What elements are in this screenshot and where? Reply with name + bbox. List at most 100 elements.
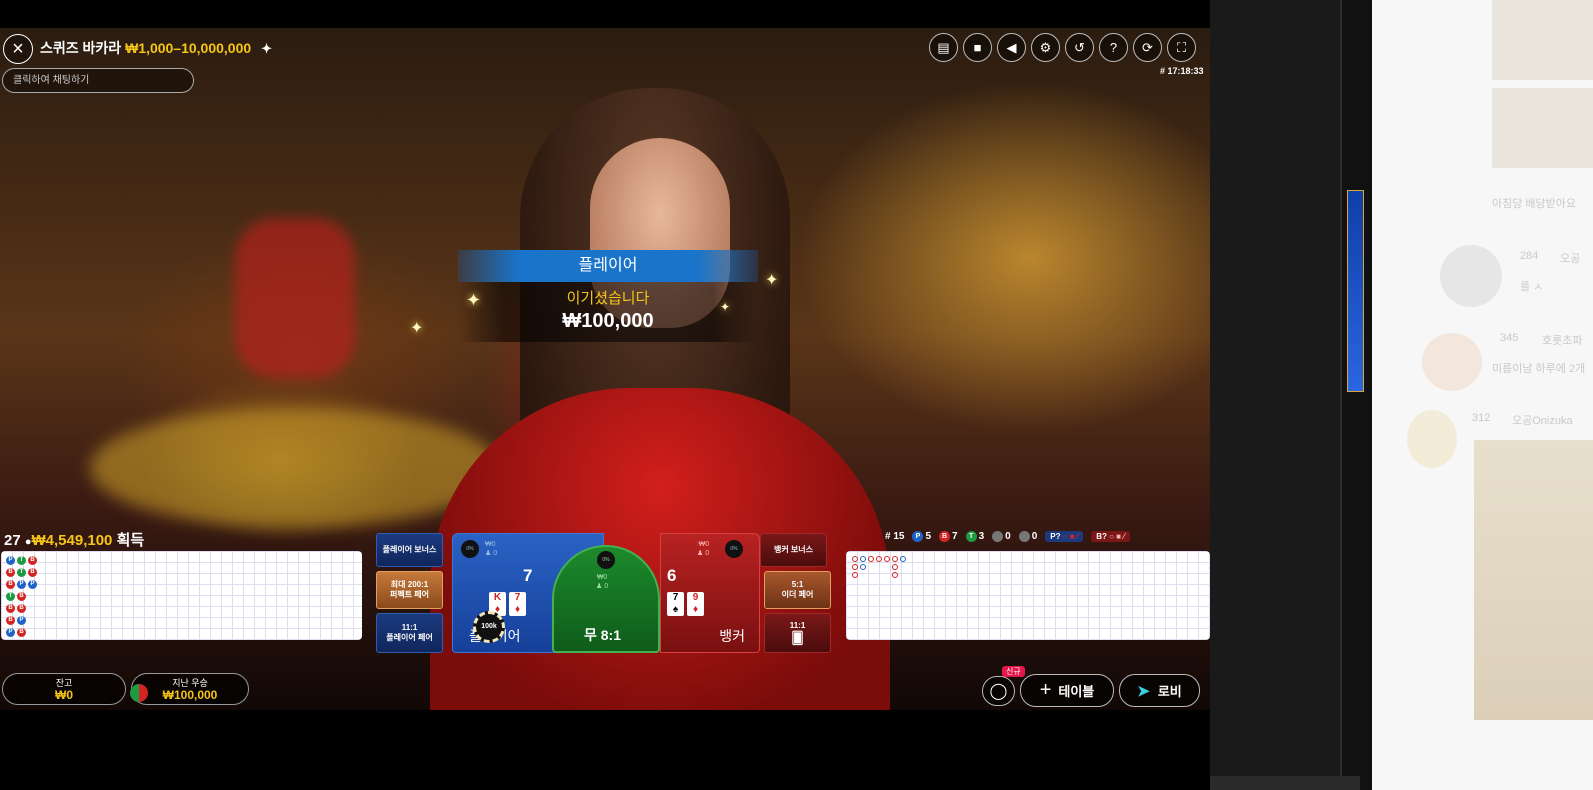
banker-label: 뱅커 xyxy=(719,628,745,644)
tie-bet-count-row: ♟ 0 xyxy=(596,583,609,590)
banker-pair-button[interactable]: 11:1 🂠 xyxy=(764,613,831,653)
big-road-mark xyxy=(892,572,898,578)
balance-label: 잔고 xyxy=(55,678,73,688)
tie-bet-spot[interactable]: 0% ₩0 ♟ 0 무 8:1 xyxy=(552,545,660,653)
perfect-pair-label: 퍼펙트 페어 xyxy=(389,590,430,599)
round-number: # 15 xyxy=(885,531,905,543)
player-bonus-button[interactable]: 플레이어 보너스 xyxy=(376,533,443,567)
side-panel-scroll xyxy=(1342,0,1372,790)
banker-bonus-button[interactable]: 뱅커 보너스 xyxy=(760,533,827,567)
pair-icon xyxy=(1018,531,1030,542)
banker-bet-count: 0 xyxy=(705,550,710,557)
banker-bet-spot[interactable]: 0% ₩0 ♟ 0 6 7 ♠ 9 ♦ 뱅커 xyxy=(660,533,760,653)
banker-ask-label: B? xyxy=(1096,532,1107,542)
card-suit: ♦ xyxy=(514,604,521,615)
banker-card-2: 9 ♦ xyxy=(687,592,704,616)
close-icon[interactable]: × xyxy=(3,34,33,64)
either-pair-button[interactable]: 5:1 이더 페어 xyxy=(764,571,831,609)
side-panel-banner xyxy=(1347,190,1364,392)
player-wins: 5 xyxy=(925,531,932,543)
chat-icon[interactable]: ▤ xyxy=(929,33,958,62)
bet-limits: ₩1,000–10,000,000 xyxy=(125,40,252,56)
sparkle-icon: ✦ xyxy=(720,300,731,314)
total-winnings: ₩4,549,100 xyxy=(31,532,113,549)
bead-B: B xyxy=(28,556,37,565)
new-badge: 신규 xyxy=(1002,666,1025,677)
bead-road[interactable]: PTBBTBBPPTBBBBPPB xyxy=(1,551,362,640)
multi-table-icon[interactable]: ◯ xyxy=(982,676,1015,706)
balance-display: 잔고 ₩0 xyxy=(2,673,126,705)
last-win-display: 지난 우승 ₩100,000 xyxy=(131,673,249,705)
lobby-button[interactable]: ➤ 로비 xyxy=(1119,674,1200,707)
banker-bonus-label: 뱅커 보너스 xyxy=(773,545,814,555)
chat-input[interactable]: 클릭하여 채팅하기 xyxy=(2,68,194,93)
player-ask-label: P? xyxy=(1050,532,1061,542)
game-stage: × 스퀴즈 바카라 ₩1,000–10,000,000 ✦ 클릭하여 채팅하기 … xyxy=(0,0,1210,790)
player-stat: P5 xyxy=(912,531,931,542)
either-pair-ratio: 5:1 xyxy=(791,580,804,590)
bead-B: B xyxy=(28,568,37,577)
bead-P: P xyxy=(17,616,26,625)
bead-T: T xyxy=(17,556,26,565)
player-bet-amount: ₩0 xyxy=(485,541,496,548)
banker-score: 6 xyxy=(667,566,677,585)
win-banner: 플레이어 이기셨습니다 ₩100,000 xyxy=(458,250,758,342)
banker-bet-count-row: ♟ 0 xyxy=(697,550,710,557)
banker-wins: 7 xyxy=(952,531,958,543)
tie-stat-dot: T xyxy=(965,531,977,542)
big-road-mark xyxy=(884,556,890,562)
cards-icon: 🂠 xyxy=(791,630,804,645)
add-table-button[interactable]: + 테이블 xyxy=(1020,674,1114,707)
banker-pair-ratio: 11:1 xyxy=(789,621,806,630)
tie-label: 무 8:1 xyxy=(584,627,622,643)
banker-ask-button[interactable]: B? ○ ■ ⁄ xyxy=(1091,531,1130,543)
player-bet-count-row: ♟ 0 xyxy=(485,550,498,557)
player-ask-button[interactable]: P? ○ ■ ⁄ xyxy=(1045,531,1084,543)
bead-B: B xyxy=(17,604,26,613)
perfect-pair-button[interactable]: 최대 200:1 퍼펙트 페어 xyxy=(376,571,443,609)
player-bet-count: 0 xyxy=(493,550,498,557)
chat-image xyxy=(1474,440,1593,720)
pin-icon[interactable]: ✦ xyxy=(261,41,272,56)
big-road-mark xyxy=(860,564,866,570)
help-icon[interactable]: ? xyxy=(1099,33,1128,62)
player-count: 27 xyxy=(4,532,21,549)
big-road[interactable] xyxy=(846,551,1210,640)
video-icon[interactable]: ■ xyxy=(963,33,992,62)
player-pair-ratio: 11:1 xyxy=(401,623,418,633)
either-pair-label: 이더 페어 xyxy=(781,590,814,599)
tie-bet-amount: ₩0 xyxy=(596,574,608,581)
chat-message: 미름이남 하루에 2개 xyxy=(1492,363,1586,375)
bead-B: B xyxy=(17,628,26,637)
player-pair-button[interactable]: 11:1 플레이어 페어 xyxy=(376,613,443,653)
bead-B: B xyxy=(6,580,15,589)
big-road-mark xyxy=(892,564,898,570)
history-icon[interactable]: ↺ xyxy=(1065,33,1094,62)
chat-message: 를 ㅅ xyxy=(1520,281,1544,293)
volume-icon[interactable]: ◀ xyxy=(997,33,1026,62)
card-rank: 7 xyxy=(672,592,679,603)
side-panel-chat: 아침당 배당받아요 284 오공 를 ㅅ 345 호롯초파 미름이남 하루에 2… xyxy=(1372,0,1593,790)
chat-user: 호롯초파 xyxy=(1542,335,1583,347)
settings-icon[interactable]: ⚙ xyxy=(1031,33,1060,62)
bead-T: T xyxy=(6,592,15,601)
lobby-label: 로비 xyxy=(1157,684,1182,699)
sparkle-icon: ✦ xyxy=(410,320,424,337)
side-panel-dark xyxy=(1210,0,1342,790)
big-road-mark xyxy=(852,564,858,570)
refresh-icon[interactable]: ⟳ xyxy=(1133,33,1162,62)
bead-B: B xyxy=(6,568,15,577)
bead-P: P xyxy=(17,580,26,589)
bead-P: P xyxy=(6,556,15,565)
player-pair-stat: 0 xyxy=(992,531,1011,542)
background-dealer xyxy=(235,218,355,378)
bead-B: B xyxy=(17,592,26,601)
bead-P: P xyxy=(6,628,15,637)
big-road-mark xyxy=(852,556,858,562)
player-bonus-label: 플레이어 보너스 xyxy=(382,545,437,555)
chat-badge: 312 xyxy=(1472,412,1491,424)
fullscreen-icon[interactable]: ⛶ xyxy=(1167,33,1196,62)
player-stat-dot: P xyxy=(912,531,924,542)
banker-pair-count: 0 xyxy=(1031,531,1038,543)
big-road-mark xyxy=(868,556,874,562)
